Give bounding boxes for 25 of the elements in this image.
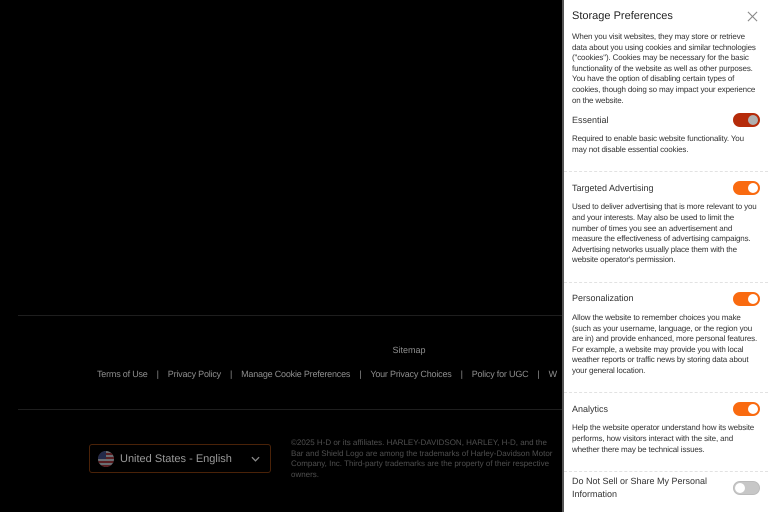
panel-title: Storage Preferences [572, 10, 673, 22]
sitemap-link[interactable]: Sitemap [392, 345, 426, 355]
footer-link[interactable]: Terms of Use [97, 369, 148, 379]
footer-link[interactable]: Privacy Policy [168, 369, 221, 379]
intro-text: When you visit websites, they may store or retrieve data about you using cookies and similar technologies ("cookies"). Cookies may be necessary for the basic functionality of the website as well as other purposes. You have the option of disabling certain types of cookies, though doing so may impact your experience on the website. [572, 32, 757, 106]
footer-link[interactable]: Policy for UGC [472, 369, 528, 379]
category-label: Do Not Sell or Share My Personal Information [572, 475, 708, 502]
separator: | [537, 369, 540, 379]
footer-link[interactable]: W [548, 369, 557, 379]
category-description: Allow the website to remember choices you make (such as your username, language, or the region you are in) and provide enhanced, more personal features. For example, a website may provide you with local weather reports or traffic news by storing data about your general location. [572, 312, 758, 376]
footer-link[interactable]: Manage Cookie Preferences [241, 369, 350, 379]
category-label: Analytics [572, 402, 610, 416]
region-dropdown[interactable]: United States - English [89, 444, 271, 473]
category-description: Help the website operator understand how its website performs, how visitors interact with the site, and whether there may be technical issues. [572, 423, 756, 456]
category-label: Targeted Advertising [572, 182, 655, 195]
category-label: Personalization [572, 292, 635, 306]
category-label: Essential [572, 114, 610, 127]
separator: | [359, 369, 362, 379]
separator: | [156, 369, 159, 379]
separator: | [230, 369, 232, 379]
category-description: Used to deliver advertising that is more relevant to you and your interests. May also be used to limit the number of times you see an advertisement and measure the effectiveness of advertising campaigns. Advertising networks usually place them with the website operator's permission. [572, 202, 758, 266]
copyright-text: ©2025 H-D or its affiliates. HARLEY-DAVIDSON, HARLEY, H-D, and the Bar and Shield Logo are among the trademarks of Harley-Davidson Motor Company, Inc. Third-party trademarks are the property of their respective owners. [291, 438, 553, 480]
category-description: Required to enable basic website functionality. You may not disable essential cookies. [572, 134, 745, 156]
footer-link[interactable]: Your Privacy Choices [370, 369, 452, 379]
separator: | [460, 369, 463, 379]
